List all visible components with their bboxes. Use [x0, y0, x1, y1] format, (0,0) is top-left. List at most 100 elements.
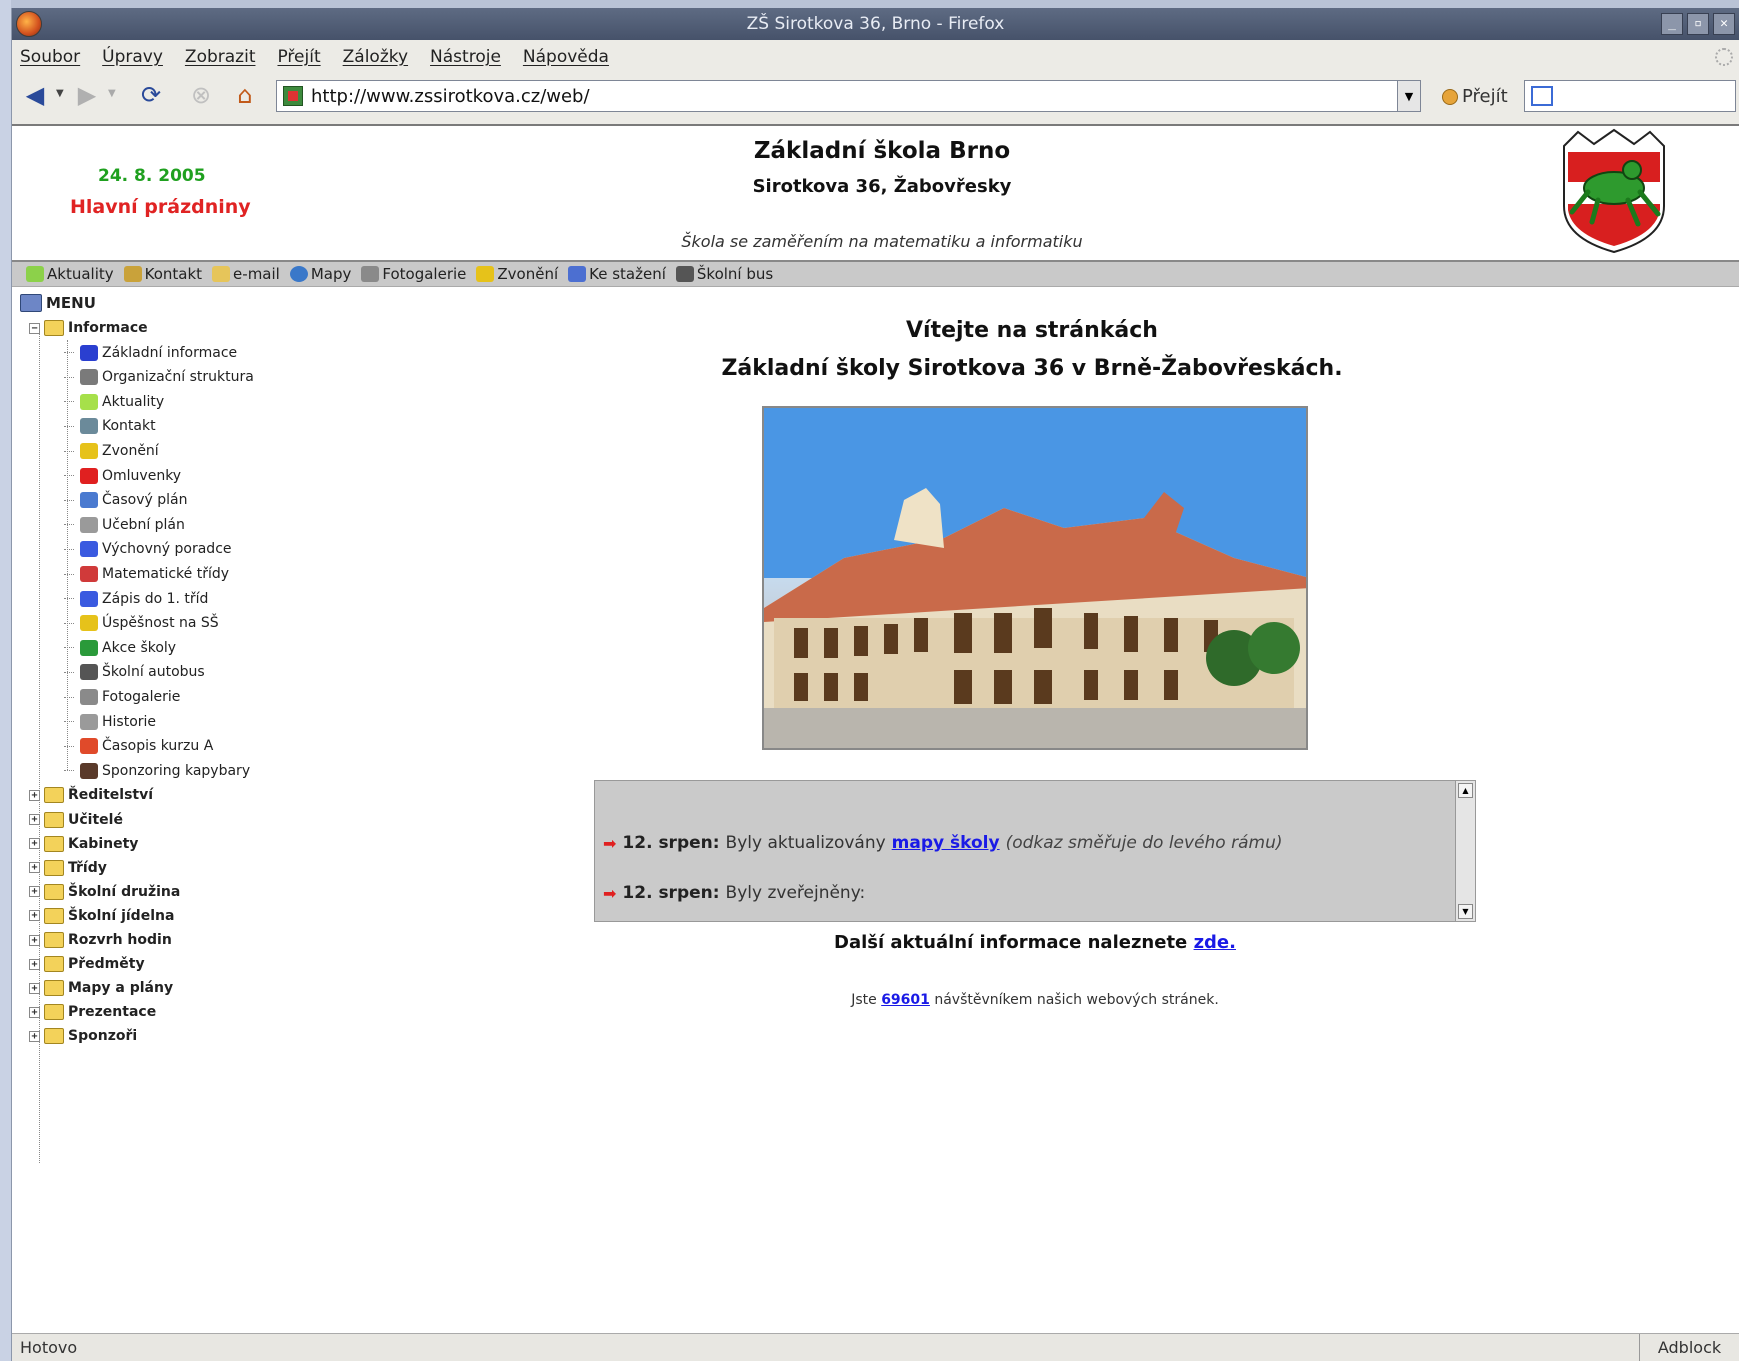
tree-item[interactable]: Aktuality	[64, 393, 164, 410]
expand-icon[interactable]: +	[29, 838, 40, 850]
tree-item[interactable]: Sponzoring kapybary	[64, 762, 250, 779]
menu-soubor[interactable]: Soubor	[20, 47, 80, 67]
quick-link-fotogalerie[interactable]: Fotogalerie	[361, 265, 466, 283]
home-icon[interactable]: ⌂	[230, 80, 260, 110]
tree-item[interactable]: Výchovný poradce	[64, 541, 232, 558]
page-content: 24. 8. 2005 Hlavní prázdniny Základní šk…	[12, 124, 1739, 1337]
url-dropdown-icon[interactable]: ▼	[1397, 80, 1421, 112]
folder-icon	[44, 956, 64, 973]
tree-item[interactable]: Kontakt	[64, 418, 156, 435]
url-bar[interactable]: http://www.zssirotkova.cz/web/ ▼	[276, 80, 1421, 112]
menu-nastroje[interactable]: Nástroje	[430, 47, 501, 67]
menu-zalozky[interactable]: Záložky	[343, 47, 408, 67]
tree-item-label: Zvonění	[102, 443, 159, 459]
expand-icon[interactable]: +	[29, 910, 40, 922]
quick-link-aktuality[interactable]: Aktuality	[26, 265, 114, 283]
red-arrow-icon: ➡	[603, 883, 617, 903]
tree-item[interactable]: Zápis do 1. tříd	[64, 590, 208, 607]
folder-icon	[44, 1028, 64, 1045]
forward-dropdown-icon[interactable]: ▼	[108, 88, 116, 99]
quick-link-mapy[interactable]: Mapy	[289, 265, 351, 283]
news-note: (odkaz směřuje do levého rámu)	[1005, 833, 1283, 853]
tree-item[interactable]: Zvonění	[64, 443, 159, 459]
search-input[interactable]	[1524, 80, 1736, 112]
tree-item[interactable]: Učební plán	[64, 516, 185, 533]
tree-folder[interactable]: + Školní družina	[29, 883, 181, 900]
tree-item[interactable]: Omluvenky	[64, 467, 181, 484]
tree-item[interactable]: Matematické třídy	[64, 566, 229, 582]
adblock-button[interactable]: Adblock	[1639, 1334, 1739, 1361]
tree-item-label: Akce školy	[102, 639, 177, 656]
desktop-strip	[0, 0, 11, 1361]
menu-root-label: MENU	[46, 294, 96, 312]
menu-upravy[interactable]: Úpravy	[102, 47, 163, 67]
minimize-button[interactable]: _	[1661, 13, 1683, 35]
expand-icon[interactable]: +	[29, 814, 40, 825]
quick-link-email[interactable]: e-mail	[212, 265, 280, 283]
tree-folder-label: Kabinety	[68, 835, 139, 852]
quick-link-zvoneni[interactable]: Zvonění	[476, 265, 558, 283]
tree-folder[interactable]: + Ředitelství	[29, 787, 153, 804]
search-engine-icon[interactable]	[1531, 86, 1553, 106]
expand-icon[interactable]: +	[29, 1006, 40, 1018]
counter-value[interactable]: 69601	[881, 992, 930, 1008]
back-dropdown-icon[interactable]: ▼	[56, 88, 64, 99]
tree-folder-label: Školní jídelna	[68, 907, 175, 924]
tree-folder[interactable]: + Učitelé	[29, 811, 123, 828]
tree-item-icon	[80, 615, 98, 632]
tree-item[interactable]: Úspěšnost na SŠ	[64, 615, 219, 632]
expand-icon[interactable]: +	[29, 886, 40, 898]
quick-link-skolni-bus[interactable]: Školní bus	[675, 265, 773, 283]
scroll-down-icon[interactable]: ▼	[1458, 904, 1473, 919]
expand-icon[interactable]: +	[29, 862, 40, 874]
quick-link-kontakt[interactable]: Kontakt	[123, 265, 202, 283]
tree-item[interactable]: Fotogalerie	[64, 689, 180, 705]
expand-icon[interactable]: +	[29, 1030, 40, 1042]
news-scrollbar[interactable]: ▲ ▼	[1455, 781, 1475, 921]
tree-item[interactable]: Školní autobus	[64, 664, 205, 681]
site-favicon-icon	[283, 86, 303, 106]
go-button[interactable]: Přejít	[1442, 86, 1508, 107]
scroll-up-icon[interactable]: ▲	[1458, 783, 1473, 798]
throbber-icon	[1715, 48, 1733, 66]
visitor-counter: Jste 69601 návštěvníkem našich webových …	[12, 992, 1739, 1008]
tree-folder[interactable]: + Sponzoři	[29, 1028, 137, 1045]
tree-folder-label: Školní družina	[68, 883, 181, 900]
firefox-icon[interactable]	[16, 11, 42, 37]
site-motto: Škola se zaměřením na matematiku a infor…	[681, 232, 1083, 251]
tree-folder[interactable]: + Třídy	[29, 859, 107, 876]
back-icon[interactable]: ◀	[20, 80, 50, 110]
menu-prejit[interactable]: Přejít	[277, 47, 320, 67]
news-link-mapy-skoly[interactable]: mapy školy	[892, 833, 1000, 853]
tree-item-icon	[80, 467, 98, 484]
site-subtitle: Sirotkova 36, Žabovřesky	[752, 176, 1012, 197]
forward-icon[interactable]: ▶	[72, 80, 102, 110]
tree-folder-label: Učitelé	[68, 811, 123, 828]
red-arrow-icon: ➡	[603, 833, 617, 853]
stop-icon[interactable]: ⊗	[186, 80, 216, 110]
tree-folder[interactable]: + Předměty	[29, 956, 145, 973]
quick-links-bar: Aktuality Kontakt e-mail Mapy Fotogaleri…	[12, 260, 1739, 287]
tree-item-icon	[80, 738, 98, 755]
tree-item[interactable]: Akce školy	[64, 639, 177, 656]
tree-folder[interactable]: + Školní jídelna	[29, 907, 175, 924]
expand-icon[interactable]: +	[29, 789, 40, 801]
tree-item[interactable]: Časopis kurzu A	[64, 738, 213, 755]
tree-folder[interactable]: + Kabinety	[29, 835, 139, 852]
menu-zobrazit[interactable]: Zobrazit	[185, 47, 256, 67]
close-button[interactable]: ✕	[1713, 13, 1735, 35]
more-info-link[interactable]: zde.	[1194, 932, 1236, 953]
go-label: Přejít	[1462, 86, 1508, 107]
quick-link-ke-stazeni[interactable]: Ke stažení	[568, 265, 666, 283]
reload-icon[interactable]: ⟳	[136, 80, 166, 110]
expand-icon[interactable]: +	[29, 958, 40, 970]
tree-item-icon	[80, 664, 98, 681]
tree-item[interactable]: Historie	[64, 713, 156, 730]
menu-napoveda[interactable]: Nápověda	[523, 47, 609, 67]
maximize-button[interactable]: ▫	[1687, 13, 1709, 35]
tree-item[interactable]: Časový plán	[64, 492, 187, 509]
lightbulb-icon	[26, 266, 44, 282]
folder-icon	[44, 835, 64, 852]
tree-item-label: Úspěšnost na SŠ	[102, 615, 219, 632]
news-date: 12. srpen:	[622, 833, 720, 853]
